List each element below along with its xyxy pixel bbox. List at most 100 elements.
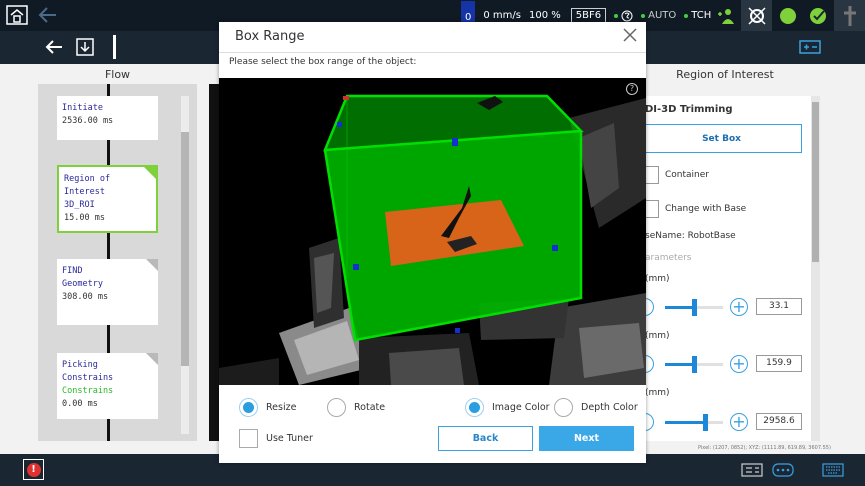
flow-title: Flow <box>104 68 131 81</box>
container-option[interactable]: Container <box>645 166 709 184</box>
slider-track[interactable] <box>665 414 723 431</box>
increment-button[interactable]: + <box>730 298 748 316</box>
scroll-thumb[interactable] <box>812 102 819 262</box>
image-color-option[interactable]: Image Color <box>465 398 550 417</box>
flow-panel: Initiate 2536.00 ms Region of Interest 3… <box>38 84 197 441</box>
card-title: FIND <box>62 266 83 276</box>
back-arrow-icon[interactable] <box>38 6 58 24</box>
flow-scrollbar[interactable] <box>181 96 189 434</box>
container-label: Container <box>665 170 709 180</box>
depth-color-label: Depth Color <box>581 402 638 413</box>
slider-3-unit: (mm) <box>645 388 670 398</box>
slider-fill <box>665 421 705 424</box>
increment-button[interactable]: + <box>730 355 748 373</box>
point-cloud-scene[interactable] <box>219 78 646 385</box>
slider-track[interactable] <box>665 299 723 316</box>
slider-track[interactable] <box>665 356 723 373</box>
change-base-checkbox[interactable] <box>645 200 659 218</box>
card-time: 2536.00 ms <box>62 116 114 126</box>
use-tuner-label: Use Tuner <box>266 433 313 444</box>
check-status-icon[interactable] <box>803 0 834 31</box>
card-title: Region of Interest <box>64 174 111 197</box>
more-icon[interactable] <box>772 463 794 477</box>
user-icon[interactable] <box>710 0 741 31</box>
flow-card-find[interactable]: FIND Geometry 308.00 ms <box>57 259 158 325</box>
io-icon[interactable] <box>741 463 763 477</box>
slider-value[interactable]: 159.9 <box>756 355 802 372</box>
slider-value[interactable]: 2958.6 <box>756 413 802 430</box>
status-green-icon[interactable] <box>772 0 803 31</box>
close-icon[interactable] <box>622 27 638 43</box>
box-range-dialog: Box Range Please select the box range of… <box>219 22 646 463</box>
card-time: 15.00 ms <box>64 213 105 223</box>
toolbar-divider <box>113 35 116 59</box>
slider-2-unit: (mm) <box>645 331 670 341</box>
roi-panel: DI-3D Trimming Set Box Container Change … <box>645 96 820 441</box>
slider-knob[interactable] <box>703 414 708 431</box>
override-readout: 100 % <box>528 10 561 21</box>
back-button[interactable]: Back <box>438 426 533 451</box>
set-box-button[interactable]: Set Box <box>645 124 802 153</box>
slider-3: + 2958.6 <box>645 412 810 432</box>
mode-auto: AUTO <box>641 10 676 21</box>
top-right-icons <box>710 0 865 31</box>
resize-label: Resize <box>266 402 297 413</box>
card-subtitle: Constrains <box>62 386 114 396</box>
safety-icon <box>614 10 633 22</box>
point-cloud-viewer[interactable]: ? <box>219 78 646 385</box>
next-button[interactable]: Next <box>539 426 634 451</box>
help-icon[interactable]: ? <box>626 83 638 95</box>
slider-knob[interactable] <box>692 356 697 373</box>
increment-button[interactable]: + <box>730 413 748 431</box>
decrement-button[interactable] <box>645 413 654 431</box>
alert-button[interactable]: ! <box>23 459 44 480</box>
card-corner <box>146 259 158 271</box>
image-color-radio[interactable] <box>465 398 484 417</box>
depth-color-radio[interactable] <box>554 398 573 417</box>
resize-option[interactable]: Resize <box>239 398 296 417</box>
slider-fill <box>665 306 694 309</box>
rotate-label: Rotate <box>354 402 386 413</box>
roi-title: Region of Interest <box>676 68 774 81</box>
slider-knob[interactable] <box>692 299 697 316</box>
decrement-button[interactable] <box>645 298 654 316</box>
rotate-radio[interactable] <box>327 398 346 417</box>
card-time: 308.00 ms <box>62 292 109 302</box>
change-base-label: Change with Base <box>665 204 747 214</box>
flow-card-roi[interactable]: Region of Interest 3D_ROI 15.00 ms <box>57 165 158 233</box>
use-tuner-checkbox[interactable] <box>239 429 258 448</box>
flow-card-picking[interactable]: Picking Constrains Constrains 0.00 ms <box>57 353 158 419</box>
container-checkbox[interactable] <box>645 166 659 184</box>
use-tuner-option[interactable]: Use Tuner <box>239 429 313 448</box>
roi-scrollbar[interactable] <box>811 96 820 441</box>
scroll-thumb[interactable] <box>181 132 189 366</box>
status-code: 5BF6 <box>570 8 607 23</box>
card-corner <box>146 353 158 365</box>
robot-power-icon[interactable] <box>741 0 772 31</box>
mode-teach: TCH <box>684 10 711 21</box>
mode-auto-label: AUTO <box>648 10 677 21</box>
pixel-readout: Pixel: (1207, 0852); XYZ: (1111.89, 619.… <box>698 445 831 451</box>
slider-fill <box>665 363 694 366</box>
decrement-button[interactable] <box>645 355 654 373</box>
slider-2: + 159.9 <box>645 354 810 374</box>
pendant-icon[interactable] <box>834 0 865 31</box>
home-icon[interactable] <box>6 5 28 25</box>
flow-card-initiate[interactable]: Initiate 2536.00 ms <box>57 96 158 140</box>
slider-1-unit: (mm) <box>645 274 670 284</box>
mode-teach-label: TCH <box>691 10 712 21</box>
rotate-option[interactable]: Rotate <box>327 398 385 417</box>
card-corner <box>144 167 156 179</box>
parameters-label: arameters <box>645 253 692 263</box>
io-panel-icon[interactable] <box>799 40 821 54</box>
card-subtitle: Geometry <box>62 279 103 289</box>
slider-value[interactable]: 33.1 <box>756 298 802 315</box>
card-title: Initiate <box>62 103 103 113</box>
save-icon[interactable] <box>76 38 94 56</box>
depth-color-option[interactable]: Depth Color <box>554 398 638 417</box>
keyboard-icon[interactable] <box>822 463 844 477</box>
card-subtitle: 3D_ROI <box>64 200 95 210</box>
change-base-option[interactable]: Change with Base <box>645 200 746 218</box>
resize-radio[interactable] <box>239 398 258 417</box>
back-icon[interactable] <box>45 39 63 55</box>
